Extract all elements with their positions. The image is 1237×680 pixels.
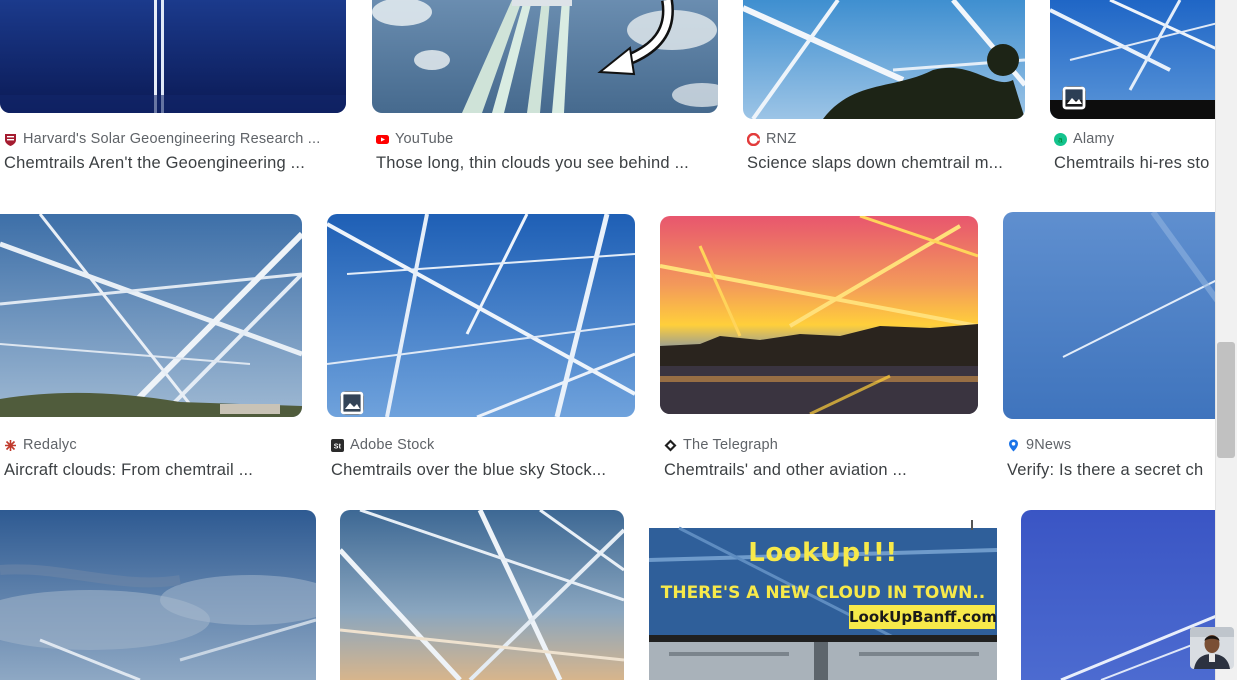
result-thumbnail[interactable] — [1021, 510, 1215, 680]
source-name: YouTube — [395, 131, 454, 147]
scrollbar-thumb[interactable] — [1217, 342, 1235, 458]
billboard-subline: THERE'S A NEW CLOUD IN TOWN.. — [660, 583, 986, 603]
source-name: Adobe Stock — [350, 437, 435, 453]
result-title[interactable]: Chemtrails' and other aviation ... — [664, 461, 982, 480]
result-thumbnail[interactable] — [1003, 212, 1215, 419]
rnz-icon — [747, 132, 760, 146]
image-result-row3-2[interactable] — [340, 510, 625, 680]
result-thumbnail[interactable]: LookUp!!! THERE'S A NEW CLOUD IN TOWN.. … — [649, 510, 997, 680]
image-result-row3-4[interactable] — [1021, 510, 1215, 680]
result-title[interactable]: Chemtrails hi-res sto — [1054, 154, 1215, 173]
result-source[interactable]: 9News — [1007, 437, 1215, 453]
image-icon — [1062, 86, 1086, 110]
result-thumbnail[interactable] — [340, 510, 624, 680]
source-name: 9News — [1026, 437, 1072, 453]
result-title[interactable]: Those long, thin clouds you see behind .… — [376, 154, 722, 173]
harvard-shield-icon — [4, 133, 17, 146]
result-thumbnail[interactable] — [660, 216, 978, 414]
result-title[interactable]: Aircraft clouds: From chemtrail ... — [4, 461, 304, 480]
vertical-scrollbar-track[interactable] — [1215, 0, 1237, 680]
billboard-headline: LookUp!!! — [748, 538, 898, 568]
result-source[interactable]: Redalyc — [4, 437, 304, 453]
result-thumbnail[interactable] — [0, 0, 346, 113]
youtube-icon — [376, 133, 389, 146]
source-name: The Telegraph — [683, 437, 779, 453]
presenter-webcam-overlay — [1190, 627, 1234, 669]
result-source[interactable]: a Alamy — [1054, 131, 1215, 147]
billboard-url: LookUpBanff.com — [849, 608, 997, 626]
svg-text:a: a — [1058, 135, 1063, 144]
image-result-redalyc[interactable]: Redalyc Aircraft clouds: From chemtrail … — [0, 205, 310, 485]
image-result-rnz[interactable]: RNZ Science slaps down chemtrail m... — [743, 0, 1033, 180]
image-result-youtube[interactable]: YouTube Those long, thin clouds you see … — [372, 0, 722, 180]
result-source[interactable]: St Adobe Stock — [331, 437, 636, 453]
result-title[interactable]: Chemtrails Aren't the Geoengineering ... — [4, 154, 348, 173]
image-result-billboard[interactable]: LookUp!!! THERE'S A NEW CLOUD IN TOWN.. … — [649, 510, 997, 680]
image-result-alamy[interactable]: a Alamy Chemtrails hi-res sto — [1050, 0, 1215, 180]
redalyc-icon — [4, 439, 17, 452]
alamy-icon: a — [1054, 132, 1067, 146]
result-thumbnail[interactable] — [1050, 0, 1215, 119]
source-name: Harvard's Solar Geoengineering Research … — [23, 131, 321, 147]
result-title[interactable]: Verify: Is there a secret ch — [1007, 461, 1215, 480]
result-source[interactable]: Harvard's Solar Geoengineering Research … — [4, 131, 344, 147]
adobe-stock-icon: St — [331, 438, 344, 452]
source-name: RNZ — [766, 131, 797, 147]
source-name: Redalyc — [23, 437, 77, 453]
result-thumbnail[interactable] — [327, 214, 635, 417]
image-result-telegraph[interactable]: The Telegraph Chemtrails' and other avia… — [660, 205, 985, 485]
result-thumbnail[interactable] — [0, 510, 316, 680]
result-thumbnail[interactable] — [0, 214, 302, 417]
image-icon — [340, 391, 364, 415]
result-source[interactable]: YouTube — [376, 131, 716, 147]
image-result-row3-1[interactable] — [0, 510, 316, 680]
image-result-harvard[interactable]: Harvard's Solar Geoengineering Research … — [0, 0, 350, 180]
result-source[interactable]: RNZ — [747, 131, 1027, 147]
result-title[interactable]: Chemtrails over the blue sky Stock... — [331, 461, 636, 480]
result-thumbnail[interactable] — [372, 0, 718, 113]
svg-text:St: St — [334, 443, 342, 450]
result-title[interactable]: Science slaps down chemtrail m... — [747, 154, 1031, 173]
result-thumbnail[interactable] — [743, 0, 1025, 119]
telegraph-icon — [664, 439, 677, 452]
result-source[interactable]: The Telegraph — [664, 437, 979, 453]
image-result-adobe-stock[interactable]: St Adobe Stock Chemtrails over the blue … — [327, 205, 642, 485]
source-name: Alamy — [1073, 131, 1115, 147]
map-pin-icon — [1007, 439, 1020, 452]
image-result-9news[interactable]: 9News Verify: Is there a secret ch — [1003, 205, 1215, 485]
